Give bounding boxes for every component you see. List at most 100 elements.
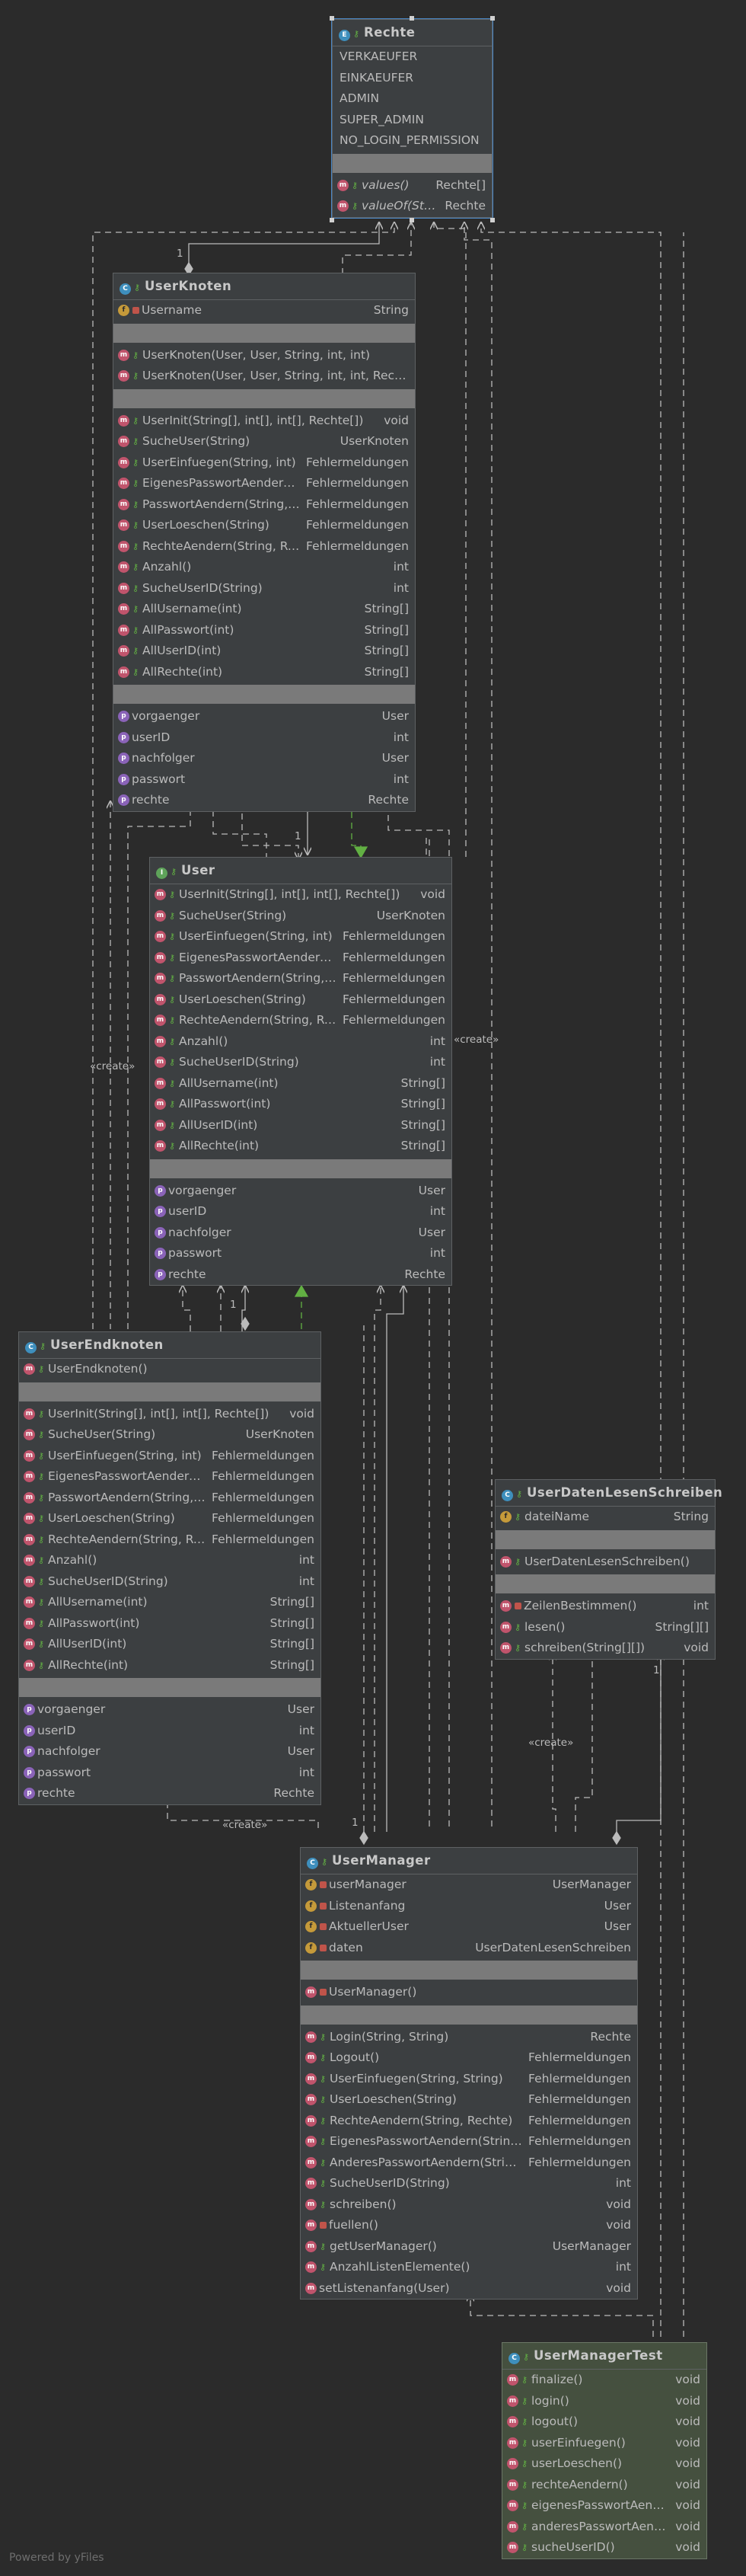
public-icon: ⚷: [132, 371, 139, 382]
selection-handle[interactable]: [410, 16, 414, 21]
member-label: UserInit(String[], int[], int[], Rechte[…: [179, 887, 400, 901]
public-icon: ⚷: [515, 1643, 521, 1654]
member-type: Fehlermeldungen: [212, 1490, 314, 1504]
member-type: String[]: [400, 1139, 445, 1152]
list-item: m ⚷ userEinfuegen() void: [502, 2433, 706, 2454]
create-label: «create»: [90, 1060, 135, 1072]
list-item: m ⚷ rechteAendern() void: [502, 2475, 706, 2496]
class-usermanagertest[interactable]: C ⚷ UserManagerTest m ⚷ finalize() void m ⚷ login…: [502, 2342, 707, 2559]
property-icon: p: [118, 773, 129, 785]
member-type: int: [298, 1765, 314, 1779]
selection-handle[interactable]: [410, 218, 414, 222]
method-icon: m: [155, 1119, 166, 1131]
member-label: PasswortAendern(String, int): [48, 1490, 206, 1504]
list-item: m ⚷ AllUsername(int) String[]: [150, 1073, 451, 1095]
list-item: p passwort int: [19, 1763, 320, 1784]
method-icon: m: [305, 2220, 317, 2232]
public-icon: ⚷: [132, 520, 139, 531]
member-type: User: [418, 1225, 445, 1239]
member-type: Rechte: [590, 2029, 631, 2044]
member-type: Fehlermeldungen: [306, 455, 409, 469]
class-userknoten[interactable]: C ⚷ UserKnoten f Username String m ⚷ UserKnoten(…: [113, 273, 416, 812]
class-header: E ⚷ Rechte: [333, 20, 492, 46]
member-type: Fehlermeldungen: [212, 1511, 314, 1525]
impl-arrow-userendknoten: [294, 1284, 309, 1297]
method-icon: m: [507, 2416, 518, 2428]
selection-handle[interactable]: [330, 218, 334, 222]
list-item: p userID int: [150, 1201, 451, 1222]
member-type: Fehlermeldungen: [528, 2050, 631, 2064]
public-icon: ⚷: [169, 1015, 176, 1026]
list-item: m ⚷ Anzahl() int: [150, 1031, 451, 1053]
method-icon: m: [24, 1513, 35, 1525]
private-icon: [320, 1989, 327, 1996]
list-item: m ⚷ SucheUser(String) UserKnoten: [113, 431, 415, 452]
member-label: AllUsername(int): [179, 1075, 279, 1090]
member-type: Fehlermeldungen: [306, 476, 409, 490]
method-icon: m: [507, 2374, 518, 2386]
member-type: String[]: [364, 644, 409, 657]
class-rechte[interactable]: E ⚷ Rechte VERKAEUFER EINKAEUFER ADMIN SUP…: [331, 18, 493, 219]
selection-handle[interactable]: [330, 16, 334, 21]
list-item: m ⚷ UserInit(String[], int[], int[], Recht…: [19, 1404, 320, 1425]
list-item: p nachfolger User: [19, 1741, 320, 1763]
private-icon: [320, 1923, 327, 1931]
public-icon: ⚷: [132, 436, 139, 447]
member-label: RechteAendern(String, Rechte): [179, 1013, 336, 1027]
member-label: UserEinfuegen(String, int): [48, 1448, 202, 1462]
method-icon: m: [24, 1491, 35, 1504]
public-icon: ⚷: [320, 2031, 327, 2042]
class-user[interactable]: I ⚷ User m ⚷ UserInit(String[], int[], int[],…: [149, 857, 452, 1286]
public-icon: ⚷: [521, 2437, 528, 2448]
member-type: String[]: [269, 1657, 314, 1672]
member-label: userManager: [329, 1878, 406, 1891]
list-item: m⚷eigenesPasswortAendern() void: [502, 2495, 706, 2517]
method-icon: m: [155, 1098, 166, 1111]
list-item: m ⚷ PasswortAendern(String, int) Fehlermeld…: [150, 968, 451, 989]
multiplicity-label: 1: [177, 248, 183, 260]
method-icon: m: [118, 561, 129, 574]
list-item: m ⚷ logout() void: [502, 2411, 706, 2433]
public-icon: ⚷: [352, 201, 359, 212]
method-icon: m: [24, 1617, 35, 1629]
member-label: daten: [329, 1940, 363, 1954]
member-label: rechte: [37, 1786, 75, 1800]
member-type: Fehlermeldungen: [306, 497, 409, 511]
divider: [113, 323, 415, 343]
list-item: m ⚷ UserLoeschen(String) Fehlermeldungen: [150, 989, 451, 1011]
member-label: UserEndknoten(): [48, 1362, 148, 1376]
member-type: User: [287, 1744, 314, 1758]
list-item: m ⚷ getUserManager() UserManager: [301, 2236, 637, 2258]
class-userendknoten[interactable]: C ⚷ UserEndknoten m ⚷ UserEndknoten() m ⚷ UserIn…: [18, 1331, 321, 1805]
public-icon: ⚷: [169, 952, 176, 963]
method-icon: m: [305, 2073, 317, 2085]
public-icon: ⚷: [515, 1622, 521, 1632]
field-icon: f: [500, 1511, 512, 1523]
public-icon: ⚷: [132, 625, 139, 635]
member-type: Fehlermeldungen: [212, 1448, 314, 1462]
public-icon: ⚷: [515, 1512, 521, 1523]
member-label: lesen(): [524, 1619, 566, 1634]
member-label: SucheUserID(String): [48, 1574, 168, 1588]
public-icon: ⚷: [521, 2459, 528, 2469]
member-type: String[]: [400, 1097, 445, 1111]
selection-handle[interactable]: [490, 218, 495, 222]
property-icon: p: [24, 1766, 35, 1779]
member-type: Fehlermeldungen: [528, 2071, 631, 2085]
member-type: int: [298, 1574, 314, 1588]
multiplicity-label: 1: [295, 830, 301, 842]
member-label: nachfolger: [132, 751, 195, 765]
method-icon: m: [507, 2437, 518, 2449]
member-type: void: [420, 887, 445, 901]
class-userdaten[interactable]: C ⚷ UserDatenLesenSchreiben f ⚷ dateiName Stri…: [495, 1479, 722, 1660]
member-label: AllRechte(int): [48, 1657, 129, 1672]
public-icon: ⚷: [38, 1364, 45, 1375]
class-usermanager[interactable]: C ⚷ UserManager f userManager UserManager f Lis…: [300, 1847, 638, 2300]
member-label: EigenesPasswortAendern(int, int): [48, 1469, 206, 1483]
public-icon: ⚷: [169, 1141, 176, 1152]
create-label: «create»: [528, 1737, 574, 1749]
selection-handle[interactable]: [490, 16, 495, 21]
member-type: Fehlermeldungen: [528, 2113, 631, 2127]
edge-usermanagertest-usermanager: [470, 2294, 654, 2337]
list-item: m ⚷ Anzahl() int: [113, 557, 415, 578]
